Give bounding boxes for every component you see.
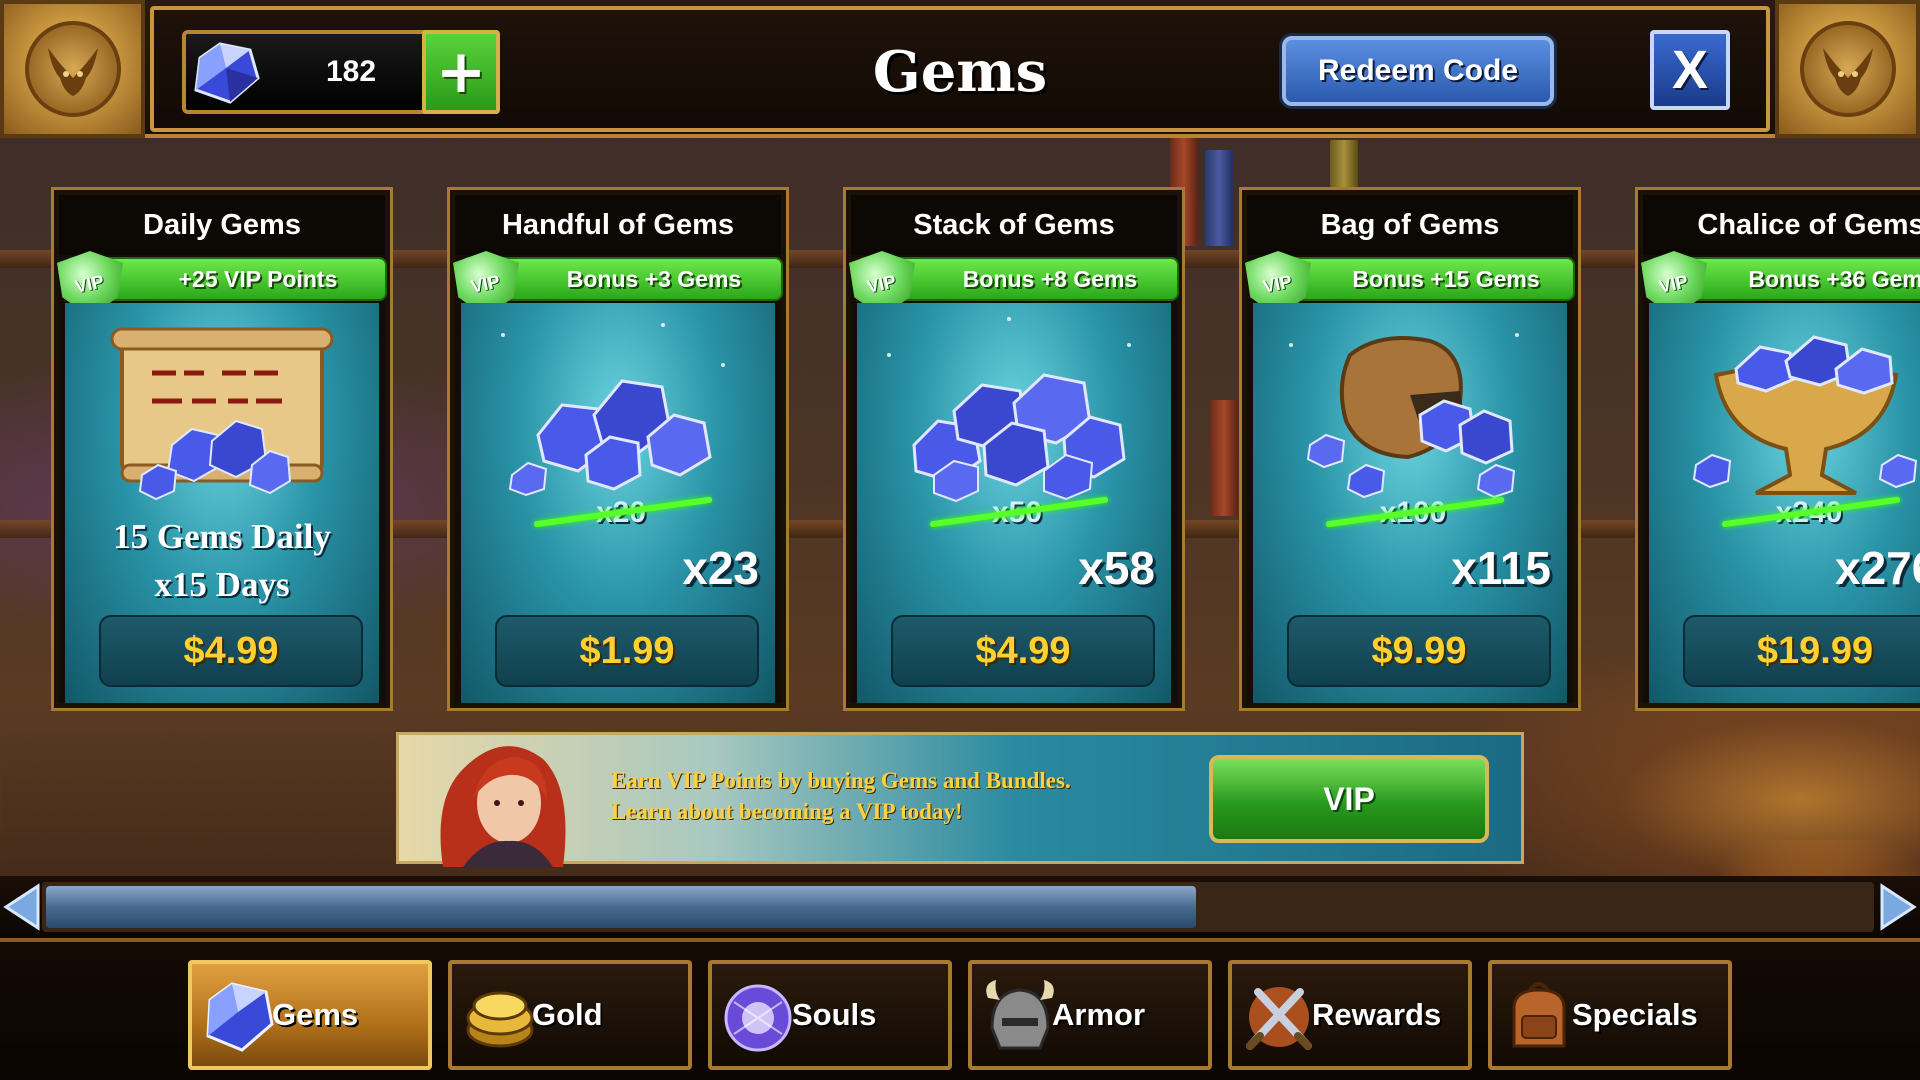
page-title: Gems — [872, 39, 1048, 105]
offer-bonus-bar: VIP Bonus +3 Gems — [453, 251, 783, 317]
close-button[interactable]: X — [1650, 30, 1730, 110]
tab-label: Armor — [1052, 997, 1146, 1032]
bag-gems-icon — [1306, 336, 1516, 499]
offer-bonus-text: +25 VIP Points — [178, 266, 338, 292]
gem-icon — [206, 982, 274, 1052]
offer-card-stack-of-gems[interactable]: Stack of Gems VIP Bonus +8 Gems x50 x58 … — [846, 190, 1182, 708]
offer-quantity: x276 — [1835, 542, 1920, 594]
buy-gems-plus-button[interactable]: + — [422, 30, 500, 114]
vip-promo-message: Earn VIP Points by buying Gems and Bundl… — [611, 765, 1171, 827]
tab-gems[interactable]: Gems — [188, 960, 432, 1070]
scroll-thumb[interactable] — [46, 886, 1196, 928]
offer-body: 15 Gems Daily x15 Days $4.99 — [65, 303, 379, 703]
offer-quantity: x115 — [1451, 542, 1551, 594]
vip-button[interactable]: VIP — [1209, 755, 1489, 843]
corner-ornament-left — [0, 0, 145, 138]
header-bar: 182 + Gems Redeem Code X — [0, 0, 1920, 138]
tab-label: Souls — [792, 997, 877, 1032]
corner-ornament-right — [1775, 0, 1920, 138]
tab-specials[interactable]: Specials — [1488, 960, 1732, 1070]
redeem-code-button[interactable]: Redeem Code — [1282, 36, 1554, 106]
gem-balance-value: 182 — [325, 55, 377, 88]
offer-body: x240 x276 $19.99 — [1649, 303, 1920, 703]
scroll-right-button[interactable] — [1876, 876, 1920, 938]
arrow-left-icon — [3, 883, 40, 931]
offer-title: Bag of Gems — [1247, 195, 1573, 255]
handful-gems-icon — [508, 379, 712, 497]
offer-card-bag-of-gems[interactable]: Bag of Gems VIP Bonus +15 Gems x100 x115… — [1242, 190, 1578, 708]
offer-quantity: x23 — [682, 542, 759, 594]
price-button[interactable]: $9.99 — [1287, 615, 1551, 687]
tab-rewards[interactable]: Rewards — [1228, 960, 1472, 1070]
offer-card-handful-of-gems[interactable]: Handful of Gems VIP Bonus +3 Gems x20 x2… — [450, 190, 786, 708]
offer-bonus-text: Bonus +3 Gems — [566, 266, 742, 292]
stack-gems-icon — [912, 373, 1126, 503]
backpack-icon — [1512, 982, 1566, 1048]
offer-card-chalice-of-gems[interactable]: Chalice of Gems VIP Bonus +36 Gems x240 … — [1638, 190, 1920, 708]
tab-souls[interactable]: Souls — [708, 960, 952, 1070]
demon-emblem-icon — [1799, 21, 1896, 117]
offer-body: x50 x58 $4.99 — [857, 303, 1171, 703]
offer-bonus-bar: VIP Bonus +8 Gems — [849, 251, 1179, 317]
tab-label: Gold — [532, 997, 603, 1032]
scroll-left-button[interactable] — [0, 876, 44, 938]
crossed-swords-icon — [1246, 987, 1312, 1050]
price-button[interactable]: $4.99 — [99, 615, 363, 687]
tab-label: Specials — [1572, 997, 1698, 1032]
daily-offer-line2: x15 Days — [154, 565, 290, 604]
offer-body: x100 x115 $9.99 — [1253, 303, 1567, 703]
offer-bonus-bar: VIP Bonus +36 Gems — [1641, 251, 1920, 317]
store-tab-bar: Gems Gold Souls Armor Rewards Specials — [0, 938, 1920, 1080]
offer-title: Handful of Gems — [455, 195, 781, 255]
price-button[interactable]: $4.99 — [891, 615, 1155, 687]
vip-promo-line1: Earn VIP Points by buying Gems and Bundl… — [611, 768, 1071, 793]
daily-offer-description: 15 Gems Daily x15 Days — [65, 513, 379, 609]
offer-scrollbar[interactable] — [0, 876, 1920, 938]
offer-bonus-bar: VIP Bonus +15 Gems — [1245, 251, 1575, 317]
offer-body: x20 x23 $1.99 — [461, 303, 775, 703]
offer-title: Stack of Gems — [851, 195, 1177, 255]
price-button[interactable]: $1.99 — [495, 615, 759, 687]
tab-label: Rewards — [1312, 997, 1442, 1032]
offer-bonus-text: Bonus +15 Gems — [1352, 266, 1540, 292]
chalice-gems-icon — [1692, 335, 1918, 495]
gem-icon — [194, 42, 260, 104]
tab-armor[interactable]: Armor — [968, 960, 1212, 1070]
price-button[interactable]: $19.99 — [1683, 615, 1920, 687]
arrow-right-icon — [1880, 883, 1917, 931]
offer-quantity: x58 — [1078, 542, 1155, 594]
soul-orb-icon — [724, 984, 792, 1052]
helmet-icon — [986, 980, 1054, 1050]
offer-bonus-text: Bonus +8 Gems — [962, 266, 1138, 292]
vip-promo-line2: Learn about becoming a VIP today! — [611, 799, 963, 824]
heroine-portrait-icon — [440, 746, 566, 867]
vip-promo-banner: Earn VIP Points by buying Gems and Bundl… — [396, 732, 1524, 867]
offer-card-daily-gems[interactable]: Daily Gems VIP +25 VIP Points 15 Gems Da… — [54, 190, 390, 708]
offer-bonus-text: Bonus +36 Gems — [1748, 266, 1920, 292]
offer-bonus-bar: VIP +25 VIP Points — [57, 251, 387, 317]
gold-coins-icon — [466, 991, 534, 1048]
daily-offer-line1: 15 Gems Daily — [113, 517, 331, 556]
offer-list: Daily Gems VIP +25 VIP Points 15 Gems Da… — [0, 190, 1920, 710]
scroll-with-gems-icon — [110, 327, 334, 501]
offer-title: Daily Gems — [59, 195, 385, 255]
tab-gold[interactable]: Gold — [448, 960, 692, 1070]
offer-title: Chalice of Gems — [1643, 195, 1920, 255]
plus-icon: + — [435, 37, 487, 107]
demon-emblem-icon — [24, 21, 121, 117]
tab-label: Gems — [272, 997, 359, 1032]
